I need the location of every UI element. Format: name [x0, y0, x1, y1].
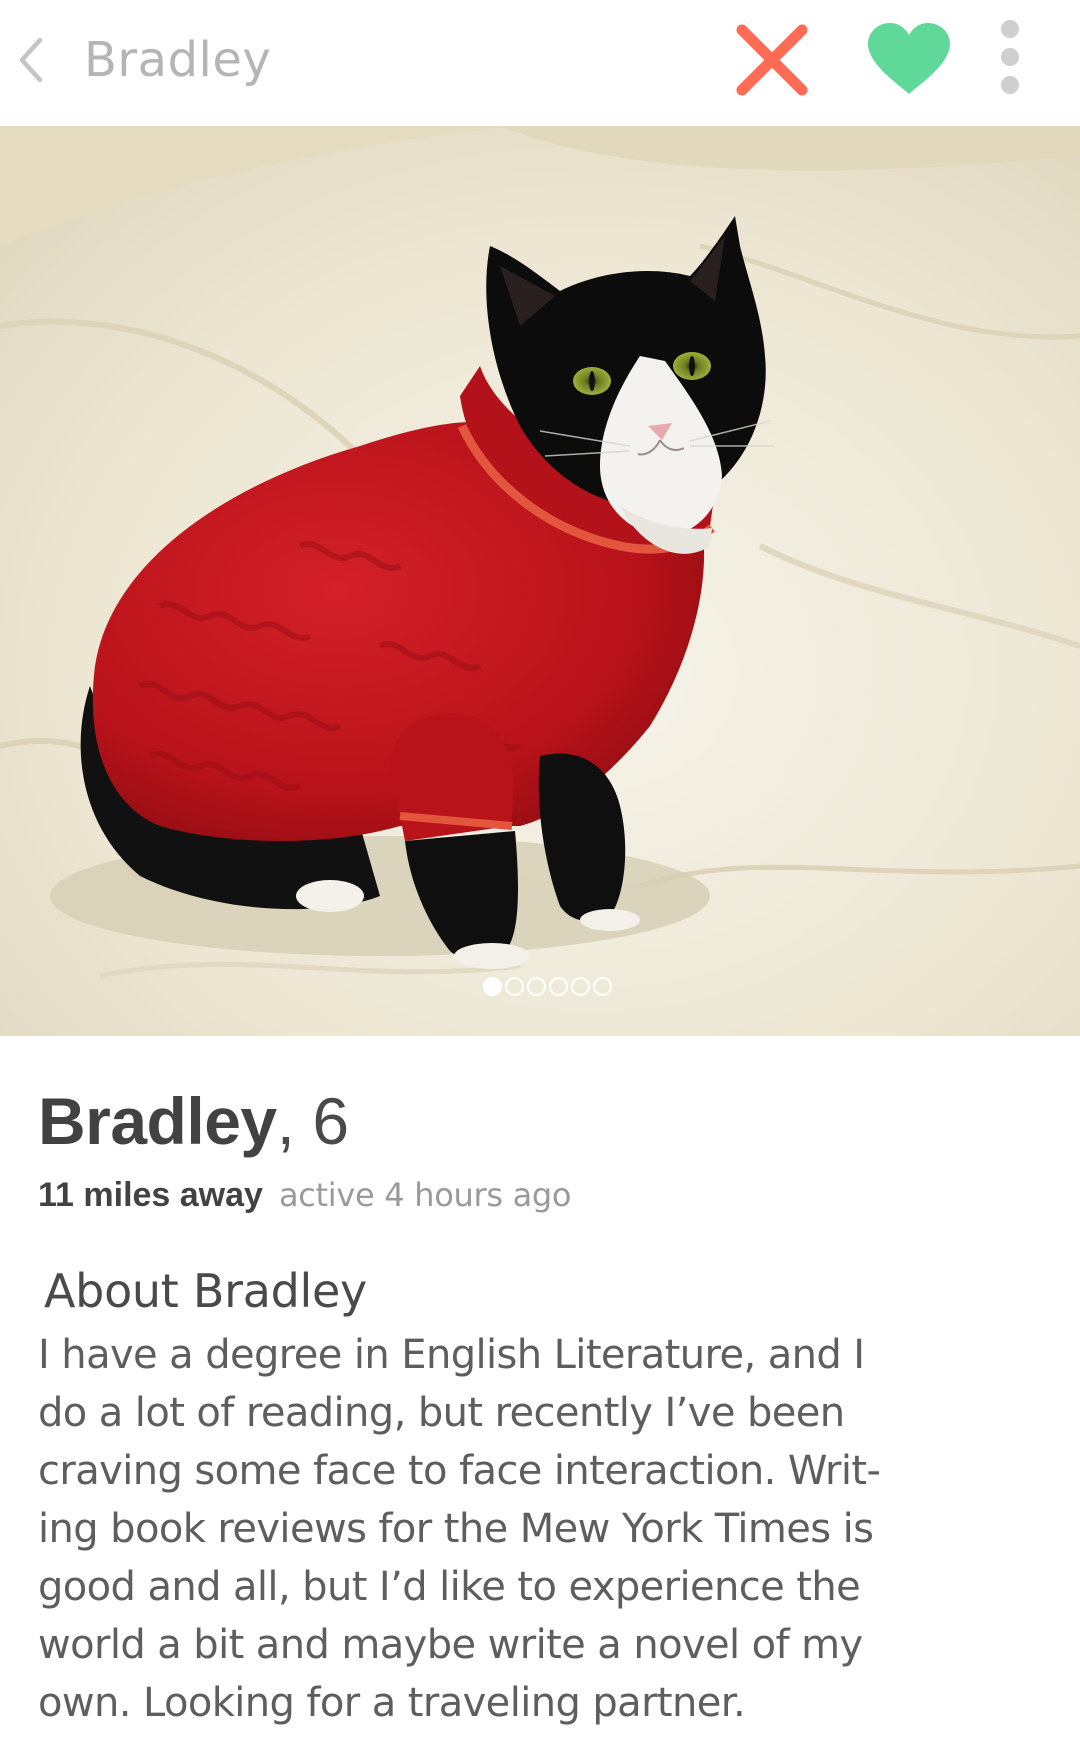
photo-pagination: [0, 977, 1080, 996]
age-separator: ,: [276, 1084, 313, 1158]
profile-info: Bradley, 6 11 miles away active 4 hours a…: [0, 1036, 1080, 1741]
photo-dot[interactable]: [592, 977, 612, 996]
bio-line: good and all, but I’d like to experience…: [38, 1564, 861, 1610]
photo-dot[interactable]: [526, 977, 546, 996]
bio-line: craving some face to face interaction. W…: [38, 1448, 881, 1494]
about-heading: About Bradley: [44, 1264, 367, 1318]
like-button[interactable]: [864, 20, 954, 98]
more-options-button[interactable]: [993, 18, 1027, 100]
close-icon: [732, 20, 812, 100]
activity-status: active 4 hours ago: [278, 1176, 572, 1214]
name-age-heading: Bradley, 6: [38, 1088, 349, 1154]
nope-button[interactable]: [732, 20, 812, 100]
bio-line: own. Looking for a traveling partner.: [38, 1680, 746, 1726]
header-title: Bradley: [84, 32, 272, 88]
profile-photo[interactable]: [0, 126, 1080, 1036]
profile-meta: 11 miles away active 4 hours ago: [38, 1176, 571, 1215]
back-button[interactable]: Bradley: [0, 0, 271, 120]
photo-dot[interactable]: [570, 977, 590, 996]
bio-line: ing book reviews for the Mew York Times …: [38, 1506, 874, 1552]
top-bar: Bradley: [0, 0, 1080, 126]
chevron-left-icon: [14, 32, 48, 88]
photo-dot[interactable]: [548, 977, 568, 996]
bio-text: I have a degree in English Literature, a…: [38, 1326, 1048, 1732]
bio-line: world a bit and maybe write a novel of m…: [38, 1622, 863, 1668]
photo-dot[interactable]: [504, 977, 524, 996]
distance-text: 11 miles away: [38, 1176, 263, 1214]
more-vertical-icon: [993, 18, 1027, 100]
bio-line: do a lot of reading, but recently I’ve b…: [38, 1390, 845, 1436]
profile-screen: Bradley Bradley, 6 11 miles away active …: [0, 0, 1080, 1741]
bio-line: I have a degree in English Literature, a…: [38, 1332, 865, 1378]
profile-age: 6: [312, 1084, 349, 1158]
profile-name: Bradley: [38, 1084, 277, 1158]
cat-in-sweater-image: [0, 126, 1080, 1036]
heart-icon: [864, 20, 954, 98]
photo-dot[interactable]: [482, 977, 502, 996]
